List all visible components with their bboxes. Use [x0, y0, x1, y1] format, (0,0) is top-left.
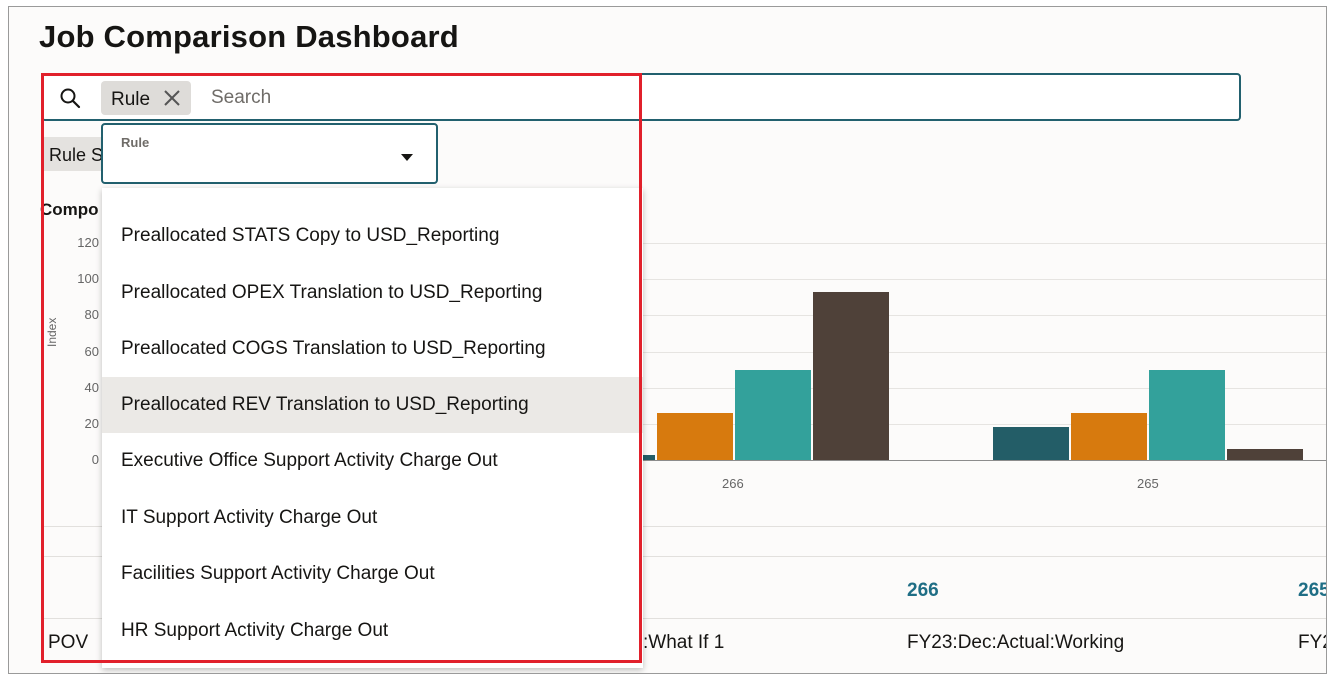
- y-tick-label: 40: [84, 379, 99, 395]
- table-cell: :What If 1: [643, 632, 725, 653]
- dropdown-option[interactable]: Facilities Support Activity Charge Out: [102, 546, 643, 602]
- search-input[interactable]: [209, 83, 813, 113]
- y-tick-label: 60: [84, 343, 99, 359]
- caret-down-icon[interactable]: [399, 149, 415, 161]
- search-bar[interactable]: Rule: [41, 73, 1241, 121]
- dropdown-option[interactable]: Preallocated OPEX Translation to USD_Rep…: [102, 265, 643, 321]
- y-tick-label: 0: [91, 452, 99, 467]
- x-tick-label: 265: [1137, 476, 1159, 491]
- y-tick-label: 20: [84, 415, 99, 431]
- gridline: [639, 243, 1326, 244]
- rule-chip-label: Rule: [111, 89, 151, 110]
- dropdown-option[interactable]: Preallocated COGS Translation to USD_Rep…: [102, 321, 643, 377]
- y-tick-label: 120: [77, 235, 99, 250]
- chart-bar[interactable]: [1071, 412, 1147, 460]
- gridline: [639, 279, 1326, 281]
- y-axis-title: Index: [45, 317, 59, 347]
- close-icon[interactable]: [163, 89, 181, 107]
- table-row-label: POV: [48, 632, 89, 653]
- y-tick-label: 100: [77, 271, 99, 287]
- chart-bar[interactable]: [993, 427, 1069, 460]
- chart-bar[interactable]: [813, 291, 889, 460]
- chart-bar[interactable]: [1227, 449, 1303, 460]
- dropdown-option[interactable]: Preallocated STATS Copy to USD_Reporting: [102, 208, 643, 264]
- rule-dropdown-list: Preallocated STATS Copy to USD_Reporting…: [102, 188, 643, 668]
- comparison-heading: Compo: [40, 200, 99, 219]
- dropdown-option[interactable]: HR Support Activity Charge Out: [102, 603, 643, 659]
- chart-baseline: [639, 460, 1326, 461]
- rule-selector-label: Rule S: [49, 145, 104, 165]
- search-icon[interactable]: [59, 87, 81, 109]
- rule-dropdown-field[interactable]: Rule: [101, 123, 438, 184]
- dropdown-option[interactable]: Executive Office Support Activity Charge…: [102, 433, 643, 489]
- y-tick-label: 80: [84, 307, 99, 323]
- table-cell: FY2: [1298, 632, 1326, 653]
- dropdown-option[interactable]: Preallocated REV Translation to USD_Repo…: [102, 377, 643, 433]
- gridline: [639, 351, 1326, 353]
- gridline: [639, 315, 1326, 317]
- rule-filter-chip[interactable]: Rule: [101, 81, 191, 115]
- x-tick-label: 266: [722, 476, 744, 491]
- chart-bar[interactable]: [735, 369, 811, 460]
- page-title: Job Comparison Dashboard: [39, 19, 459, 54]
- table-column-header: 266: [907, 580, 939, 601]
- dropdown-option[interactable]: IT Support Activity Charge Out: [102, 490, 643, 546]
- table-column-header: 265: [1298, 580, 1327, 601]
- chart-bar[interactable]: [657, 412, 733, 460]
- dashboard-frame: Job Comparison Dashboard Rule S Compo In…: [8, 6, 1327, 674]
- chart-bar[interactable]: [1149, 369, 1225, 460]
- rule-dropdown-label: Rule: [121, 135, 150, 150]
- table-cell: FY23:Dec:Actual:Working: [907, 632, 1125, 653]
